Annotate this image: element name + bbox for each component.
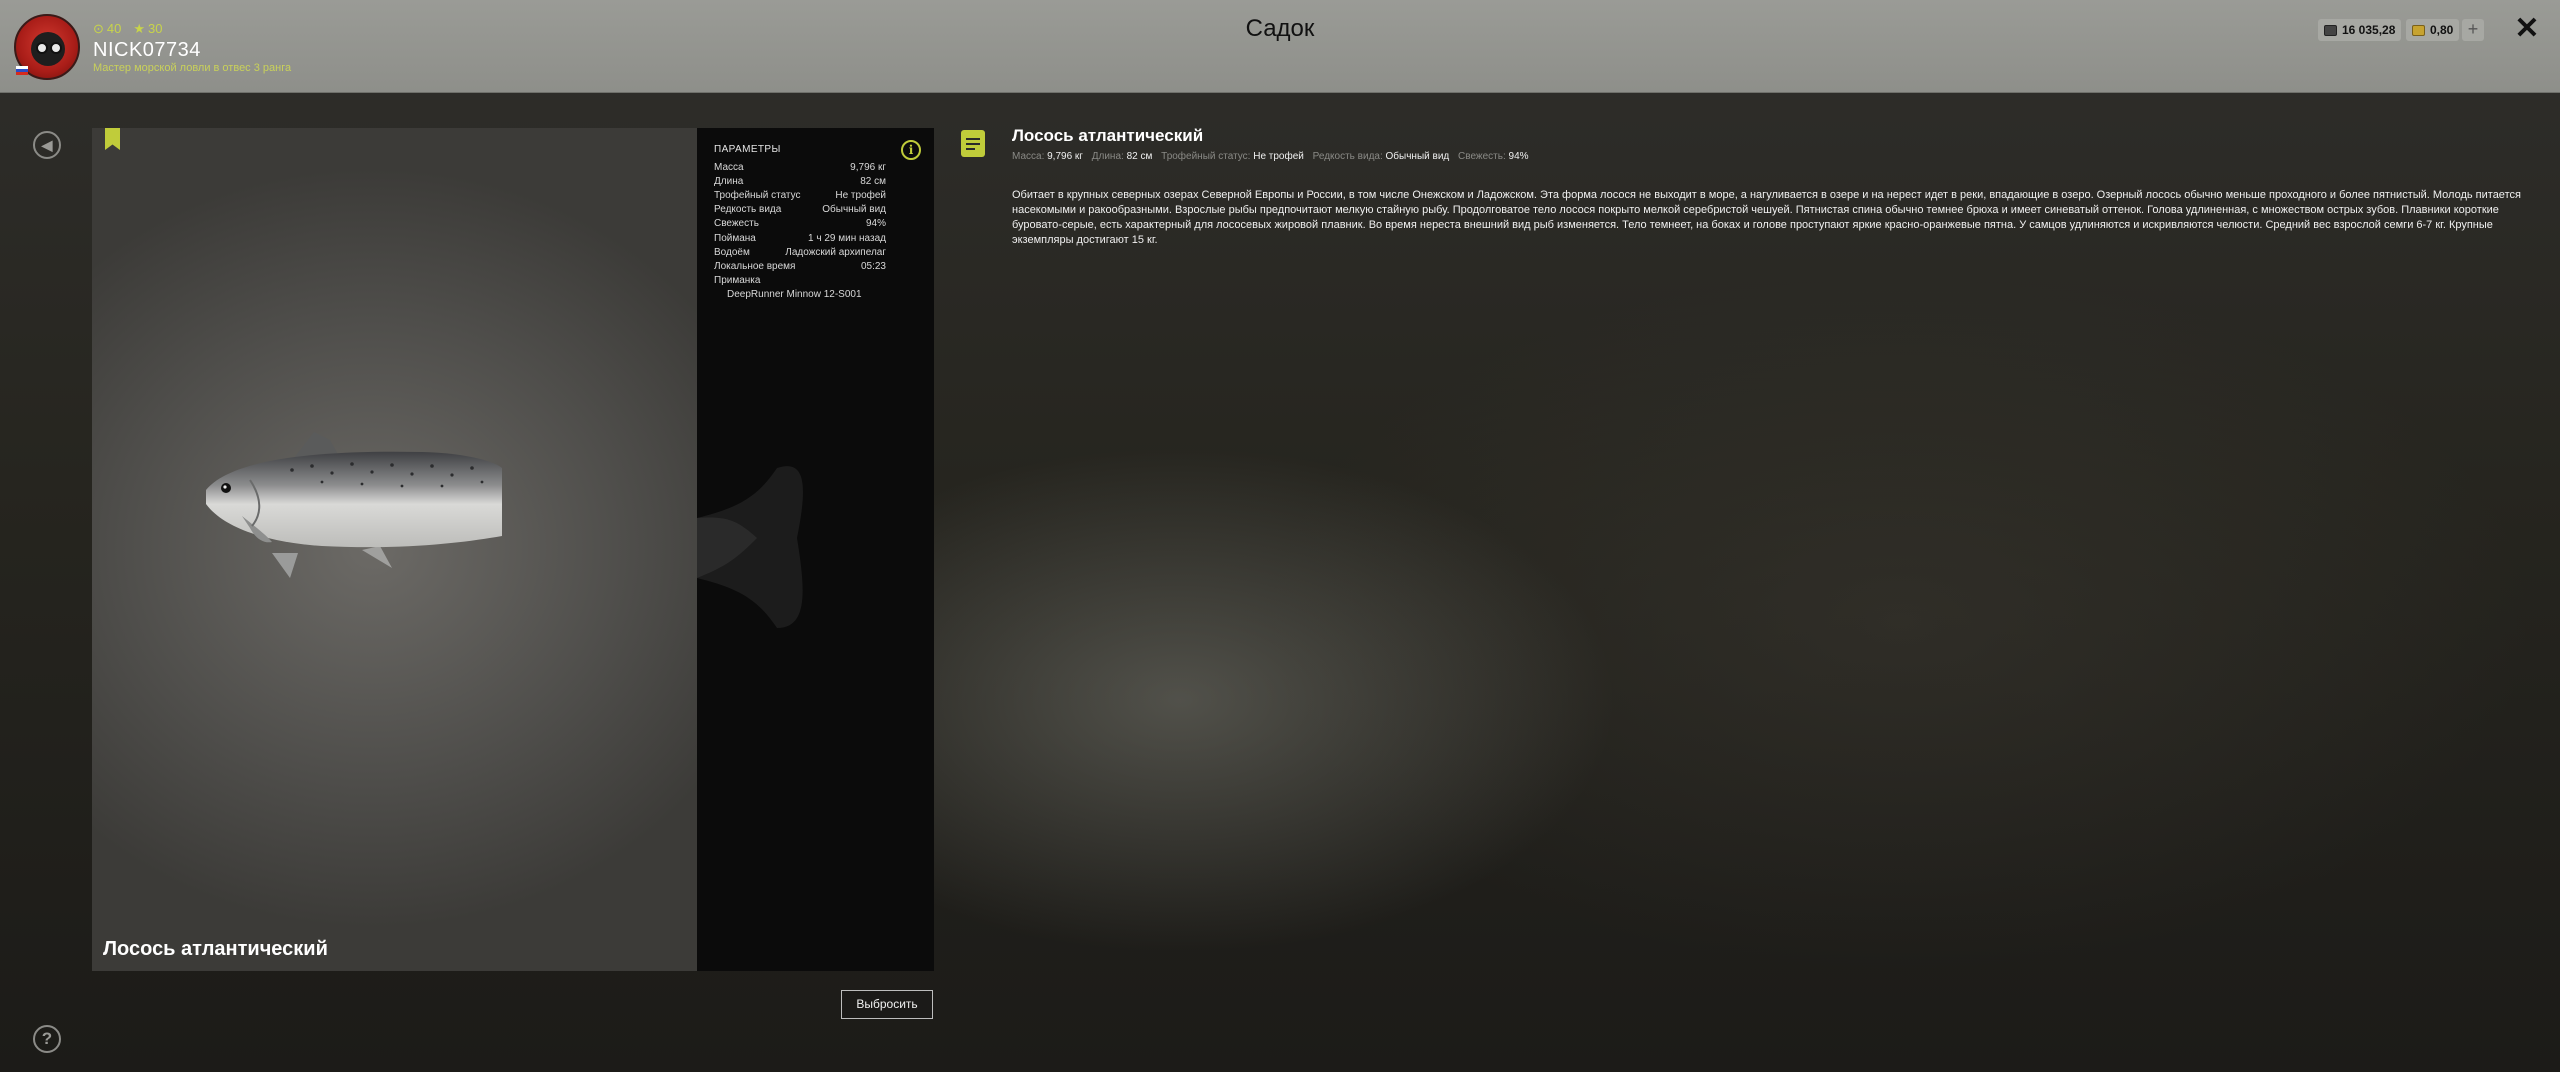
- gold-balance: 0,80: [2406, 19, 2460, 41]
- top-bar: ⊙ 40 ★ 30 NICK07734 Мастер морской ловли в…: [0, 0, 2560, 93]
- lure-value: DeepRunner Minnow 12-S001: [727, 289, 862, 300]
- fish-tail-image: [697, 466, 803, 628]
- add-currency-button[interactable]: +: [2462, 19, 2484, 41]
- fish-photo-panel: Лосось атлантический: [92, 128, 697, 971]
- param-row: Длина 82 см: [714, 176, 886, 187]
- help-button[interactable]: ?: [33, 1025, 61, 1053]
- param-row: Поймана 1 ч 29 мин назад: [714, 233, 886, 244]
- avatar-eye-right: [50, 42, 62, 54]
- gold-coin-icon: [2412, 24, 2425, 36]
- fish-parameters-panel: ПАРАМЕТРЫ i Масса 9,796 кг Длина 82 см Тро…: [697, 128, 934, 971]
- param-row: Водоём Ладожский архипелаг: [714, 247, 886, 258]
- page-title: Садок: [1245, 15, 1315, 42]
- fish-name-caption: Лосось атлантический: [103, 938, 328, 960]
- silver-balance: 16 035,28: [2318, 19, 2402, 41]
- country-flag-icon: [16, 66, 28, 75]
- player-rank: Мастер морской ловли в отвес 3 ранга: [93, 62, 292, 74]
- param-row: Свежесть 94%: [714, 218, 886, 229]
- description-text: Обитает в крупных северных озерах Северн…: [1012, 189, 2521, 246]
- back-button[interactable]: ◀: [33, 131, 61, 159]
- silver-coin-icon: [2324, 24, 2337, 36]
- release-fish-button[interactable]: Выбросить: [841, 990, 933, 1019]
- param-row: Масса 9,796 кг: [714, 162, 886, 173]
- silver-amount: 16 035,28: [2342, 23, 2396, 37]
- param-row: Локальное время 05:23: [714, 261, 886, 272]
- info-icon[interactable]: i: [901, 140, 921, 160]
- description-note-icon: [961, 130, 985, 157]
- note-line: [966, 143, 980, 145]
- close-button[interactable]: ✕: [2512, 14, 2542, 44]
- lure-label-row: Приманка: [714, 275, 761, 286]
- parameters-header: ПАРАМЕТРЫ: [714, 144, 781, 155]
- description-title: Лосось атлантический: [1012, 126, 1204, 145]
- avatar-eye-left: [36, 42, 48, 54]
- note-line: [966, 148, 975, 150]
- note-line: [966, 138, 980, 140]
- fish-image: [206, 432, 502, 578]
- bookmark-icon[interactable]: [105, 128, 120, 150]
- gold-amount: 0,80: [2430, 23, 2454, 37]
- param-row: Редкость вида Обычный вид: [714, 204, 886, 215]
- description-stats: Масса: 9,796 кг Длина: 82 см Трофейный с…: [1012, 151, 1529, 162]
- param-row: Трофейный статус Не трофей: [714, 190, 886, 201]
